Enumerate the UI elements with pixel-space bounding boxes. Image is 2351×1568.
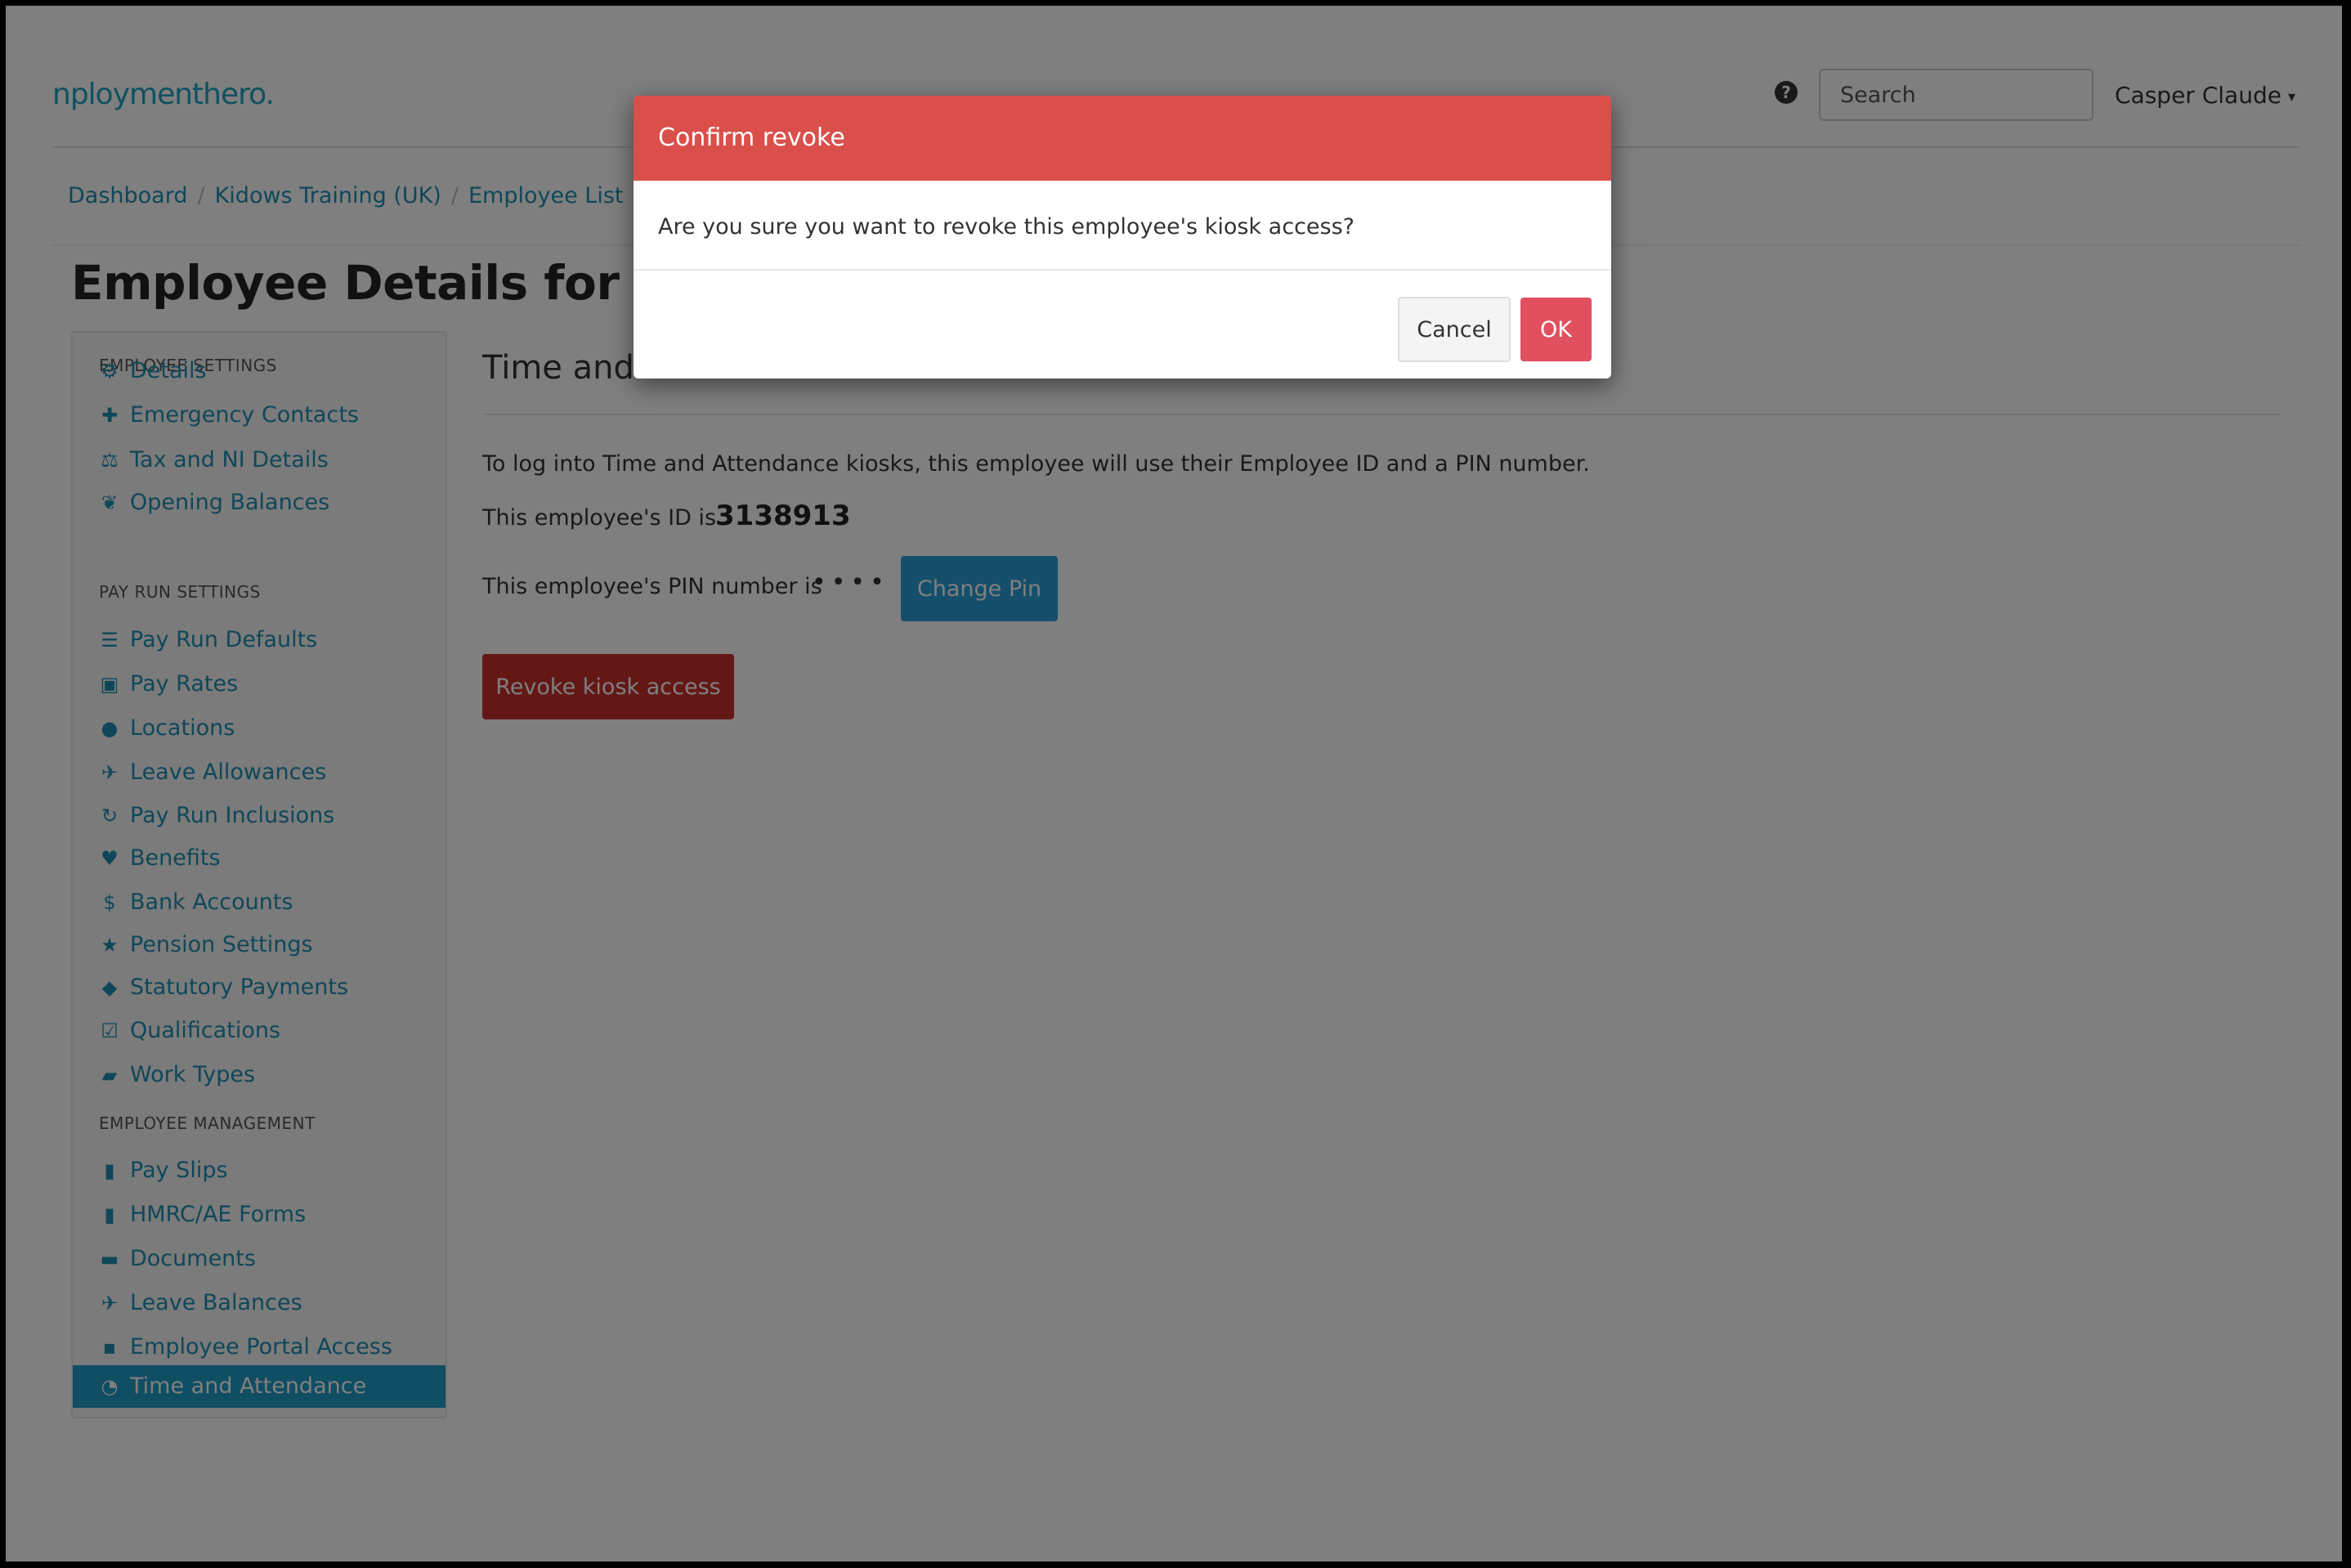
dialog-message: Are you sure you want to revoke this emp… <box>658 214 1355 240</box>
cancel-button[interactable]: Cancel <box>1398 297 1511 362</box>
dialog-title: Confirm revoke <box>658 123 845 152</box>
dialog-header: Confirm revoke <box>634 96 1611 181</box>
ok-button[interactable]: OK <box>1520 298 1592 361</box>
app-window: nploymenthero. ? Casper Claude▾ Dashboar… <box>6 6 2342 1561</box>
dialog-divider <box>634 269 1611 271</box>
confirm-revoke-dialog: Confirm revoke Are you sure you want to … <box>634 96 1611 379</box>
